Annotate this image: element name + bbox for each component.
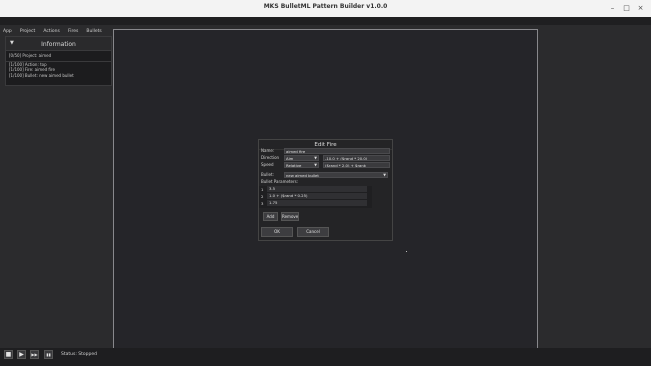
minimize-icon[interactable]: –: [608, 4, 617, 13]
menu-fires[interactable]: Fires: [68, 28, 78, 36]
remove-param-button[interactable]: Remove: [281, 212, 299, 221]
direction-type-select[interactable]: Aim ▼: [284, 155, 319, 161]
speed-expression-input[interactable]: ($rand * 2.0) + $rank: [323, 162, 390, 168]
speed-label: Speed: [261, 162, 274, 167]
ok-button[interactable]: OK: [261, 227, 293, 237]
menu-project[interactable]: Project: [20, 28, 35, 36]
speed-type-value: Relative: [286, 163, 302, 168]
direction-expression-input[interactable]: -10.0 + ($rand * 20.0): [323, 155, 390, 161]
maximize-icon[interactable]: □: [622, 4, 631, 13]
stop-button[interactable]: ■: [4, 350, 13, 359]
bullet-select-value: new aimed bullet: [286, 173, 319, 178]
status-text: Status: Stopped: [61, 352, 97, 357]
list-item[interactable]: 1 3.5: [259, 186, 372, 193]
bullet-parameters-label: Bullet Parameters:: [261, 179, 299, 184]
chevron-down-icon: ▼: [314, 156, 317, 160]
fast-forward-button[interactable]: ▶▶: [30, 350, 39, 359]
bullet-parameters-list[interactable]: 1 3.5 2 1.0 + ($rand * 0.25) 3 1.75: [259, 186, 372, 208]
bullet-select[interactable]: new aimed bullet ▼: [284, 172, 388, 178]
param-index: 1: [261, 187, 264, 192]
param-value-input[interactable]: 1.75: [267, 200, 367, 206]
bullet-label: Bullet:: [261, 172, 274, 177]
menu-actions[interactable]: Actions: [43, 28, 59, 36]
info-project: [0/50] Project: aimed: [9, 53, 52, 58]
speed-type-select[interactable]: Relative ▼: [284, 162, 319, 168]
stop-icon: ■: [5, 351, 12, 358]
info-bullet: [1/100] Bullet: new aimed bullet: [9, 73, 74, 78]
window-title: MKS BulletML Pattern Builder v1.0.0: [263, 3, 388, 10]
menu-app[interactable]: App: [3, 28, 12, 36]
cancel-button[interactable]: Cancel: [297, 227, 329, 237]
information-panel: ▼ Information [0/50] Project: aimed [1/1…: [5, 36, 112, 86]
step-button[interactable]: ▮▮: [44, 350, 53, 359]
list-item[interactable]: 2 1.0 + ($rand * 0.25): [259, 193, 372, 200]
menu-bullets[interactable]: Bullets: [86, 28, 101, 36]
chevron-down-icon: ▼: [314, 163, 317, 167]
play-button[interactable]: ▶: [17, 350, 26, 359]
fast-forward-icon: ▶▶: [31, 352, 38, 357]
add-param-button[interactable]: Add: [263, 212, 278, 221]
direction-type-value: Aim: [286, 156, 294, 161]
chevron-down-icon: ▼: [383, 173, 386, 177]
play-icon: ▶: [19, 351, 24, 358]
step-icon: ▮▮: [46, 352, 51, 357]
bullet-dot: [406, 251, 407, 252]
param-index: 2: [261, 194, 264, 199]
title-bar: MKS BulletML Pattern Builder v1.0.0 – □ …: [0, 0, 651, 17]
playback-bar: ■ ▶ ▶▶ ▮▮ Status: Stopped: [0, 348, 651, 366]
information-title: Information: [41, 41, 76, 48]
name-input[interactable]: aimed fire: [284, 148, 390, 154]
information-header[interactable]: ▼ Information: [6, 37, 111, 51]
direction-label: Direction: [261, 155, 280, 160]
name-label: Name:: [261, 148, 275, 153]
list-item[interactable]: 3 1.75: [259, 200, 372, 207]
param-index: 3: [261, 201, 264, 206]
param-value-input[interactable]: 3.5: [267, 186, 367, 192]
close-icon[interactable]: ×: [636, 4, 645, 13]
menu-bar: App Project Actions Fires Bullets: [0, 17, 651, 34]
param-value-input[interactable]: 1.0 + ($rand * 0.25): [267, 193, 367, 199]
